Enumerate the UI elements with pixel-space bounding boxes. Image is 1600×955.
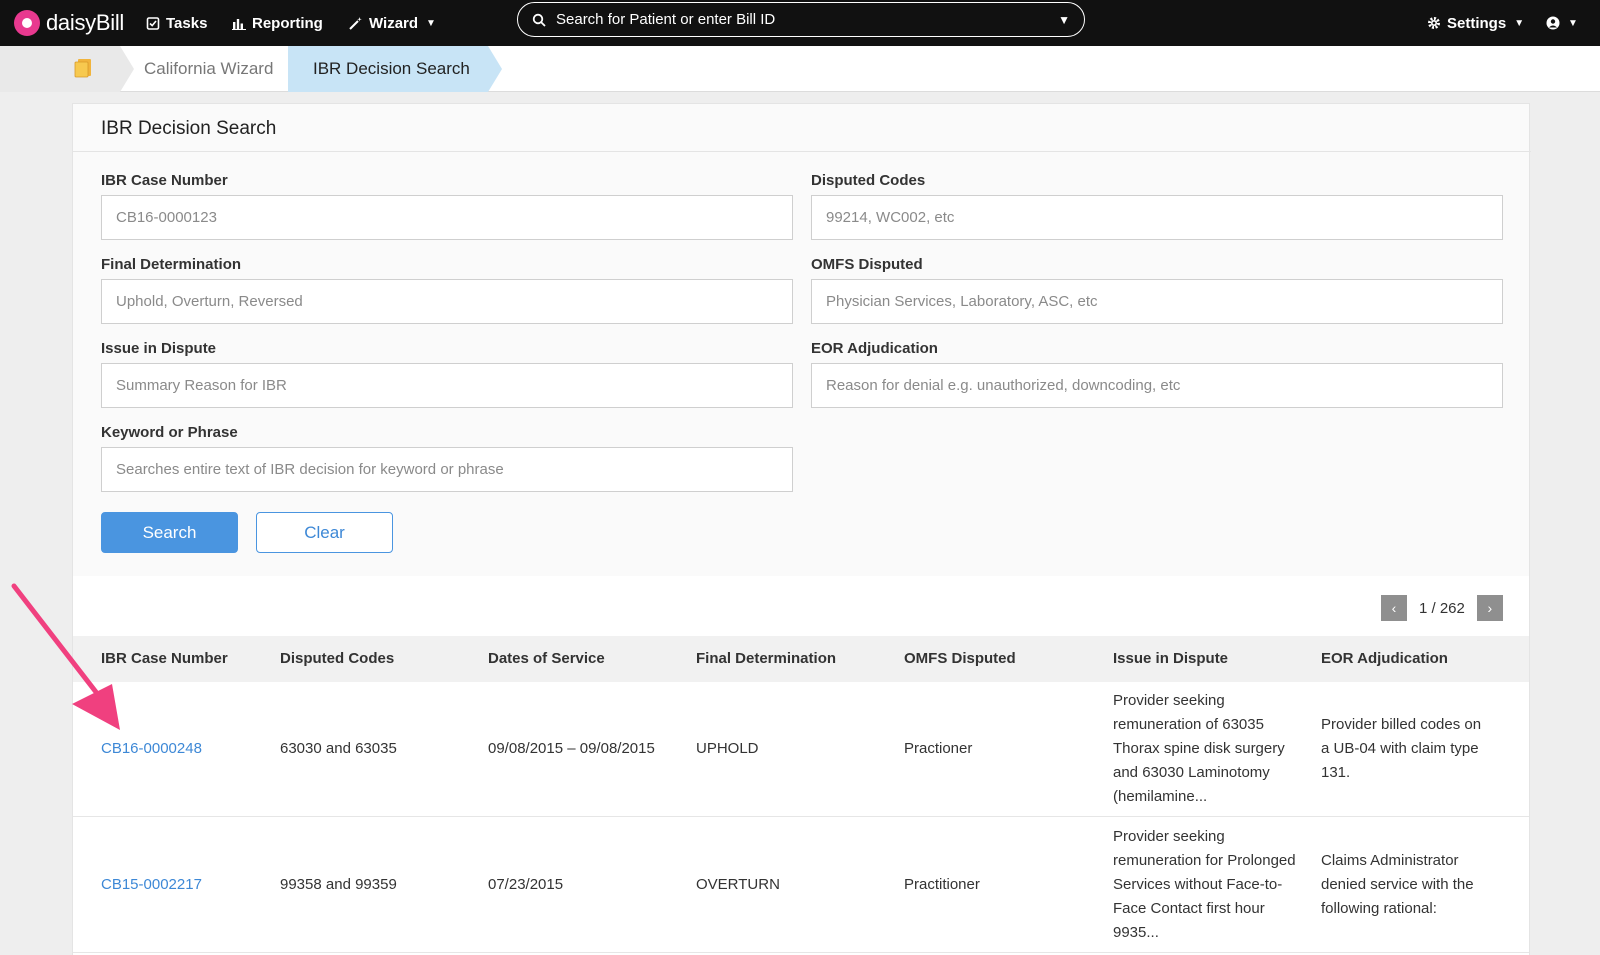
magic-wand-icon: [349, 17, 362, 30]
disputed-codes-label: Disputed Codes: [811, 172, 926, 189]
eor-line: Claims Administrator: [1321, 852, 1459, 869]
keyword-input[interactable]: [101, 447, 793, 492]
nav-wizard[interactable]: Wizard ▼: [349, 0, 436, 46]
final-determination-label: Final Determination: [101, 256, 242, 273]
issue-line: 9935...: [1113, 924, 1159, 941]
eor-adjudication-label: EOR Adjudication: [811, 340, 938, 357]
bar-chart-icon: [232, 19, 246, 30]
daisy-icon: [14, 10, 40, 36]
eor-line: a UB-04 with claim type: [1321, 740, 1479, 757]
disputed-codes-cell: 99358 and 99359: [280, 876, 397, 893]
col-header-final-determination[interactable]: Final Determination: [696, 636, 836, 682]
issue-line: and 63030 Laminotomy: [1113, 764, 1270, 781]
eor-cell: Claims Administrator denied service with…: [1321, 849, 1474, 921]
case-number-input[interactable]: [101, 195, 793, 240]
determination-cell: UPHOLD: [696, 740, 759, 757]
chevron-down-icon[interactable]: ▼: [1058, 13, 1070, 27]
omfs-disputed-input[interactable]: [811, 279, 1503, 324]
top-navbar: daisyBill Tasks Reporting Wizard ▼ Searc…: [0, 0, 1600, 46]
gear-icon: [1428, 17, 1440, 29]
search-placeholder: Search for Patient or enter Bill ID: [556, 11, 776, 28]
eor-adjudication-input[interactable]: [811, 363, 1503, 408]
prev-page-button[interactable]: ‹: [1381, 595, 1407, 621]
divider: [73, 151, 1531, 152]
col-header-eor-adjudication[interactable]: EOR Adjudication: [1321, 636, 1448, 682]
case-number-link[interactable]: CB15-0002217: [101, 873, 202, 897]
issue-cell: Provider seeking remuneration for Prolon…: [1113, 825, 1296, 945]
pagination: ‹ 1 / 262 ›: [1381, 595, 1503, 621]
keyword-label: Keyword or Phrase: [101, 424, 238, 441]
eor-line: following rational:: [1321, 900, 1437, 917]
breadcrumb: California Wizard IBR Decision Search: [0, 46, 1600, 92]
issue-line: Provider seeking: [1113, 692, 1225, 709]
issue-in-dispute-input[interactable]: [101, 363, 793, 408]
logo-text: daisyBill: [46, 10, 124, 35]
issue-line: (hemilamine...: [1113, 788, 1208, 805]
breadcrumb-separator: [120, 46, 134, 92]
final-determination-input[interactable]: [101, 279, 793, 324]
ibr-search-card: IBR Decision Search IBR Case Number Fina…: [72, 103, 1531, 955]
nav-wizard-label: Wizard: [369, 14, 419, 32]
issue-line: Services without Face-to-: [1113, 876, 1283, 893]
issue-line: remuneration of 63035: [1113, 716, 1264, 733]
col-header-case-number[interactable]: IBR Case Number: [101, 636, 228, 682]
table-header: IBR Case Number Disputed Codes Dates of …: [73, 636, 1529, 682]
breadcrumb-separator: [274, 46, 288, 92]
chevron-down-icon: ▼: [426, 17, 436, 29]
breadcrumb-ibr-decision-search[interactable]: IBR Decision Search: [313, 46, 470, 92]
determination-cell: OVERTURN: [696, 876, 780, 893]
disputed-codes-cell: 63030 and 63035: [280, 740, 397, 757]
breadcrumb-separator: [488, 46, 502, 92]
chevron-down-icon: ▼: [1514, 17, 1525, 29]
omfs-cell: Practioner: [904, 740, 973, 757]
issue-line: Thorax spine disk surgery: [1113, 740, 1285, 757]
next-page-button[interactable]: ›: [1476, 595, 1503, 621]
nav-tasks-label: Tasks: [166, 14, 208, 32]
patient-search-input[interactable]: Search for Patient or enter Bill ID ▼: [517, 2, 1085, 37]
dates-cell: 09/08/2015 – 09/08/2015: [488, 740, 655, 757]
search-icon: [532, 13, 546, 27]
search-button[interactable]: Search: [101, 512, 238, 553]
nav-reporting-label: Reporting: [252, 14, 323, 32]
user-avatar-icon: [1546, 16, 1560, 30]
page-indicator: 1 / 262: [1419, 599, 1465, 617]
col-header-disputed-codes[interactable]: Disputed Codes: [280, 636, 394, 682]
nav-settings[interactable]: Settings ▼: [1427, 0, 1524, 46]
omfs-cell: Practitioner: [904, 876, 980, 893]
nav-reporting[interactable]: Reporting: [232, 0, 323, 46]
clear-button[interactable]: Clear: [256, 512, 393, 553]
breadcrumb-california-wizard[interactable]: California Wizard: [144, 46, 273, 92]
col-header-dates-of-service[interactable]: Dates of Service: [488, 636, 605, 682]
issue-line: remuneration for Prolonged: [1113, 852, 1296, 869]
nav-settings-label: Settings: [1447, 14, 1507, 32]
issue-line: Face Contact first hour: [1113, 900, 1265, 917]
eor-line: Provider billed codes on: [1321, 716, 1482, 733]
issue-in-dispute-label: Issue in Dispute: [101, 340, 217, 357]
folder-icon: [74, 59, 91, 78]
issue-cell: Provider seeking remuneration of 63035 T…: [1113, 689, 1285, 809]
table-row[interactable]: CB16-0000248 63030 and 63035 09/08/2015 …: [73, 682, 1529, 817]
breadcrumb-home[interactable]: [0, 46, 120, 92]
task-check-icon: [146, 17, 160, 30]
eor-cell: Provider billed codes on a UB-04 with cl…: [1321, 713, 1481, 785]
table-row[interactable]: CB15-0002217 99358 and 99359 07/23/2015 …: [73, 818, 1529, 953]
eor-line: denied service with the: [1321, 876, 1474, 893]
disputed-codes-input[interactable]: [811, 195, 1503, 240]
logo[interactable]: daisyBill: [14, 6, 124, 40]
chevron-down-icon: ▼: [1568, 17, 1578, 29]
eor-line: 131.: [1321, 764, 1351, 781]
dates-cell: 07/23/2015: [488, 876, 564, 893]
case-number-label: IBR Case Number: [101, 172, 228, 189]
nav-user-menu[interactable]: ▼: [1546, 0, 1578, 46]
case-number-link[interactable]: CB16-0000248: [101, 737, 202, 761]
page-title: IBR Decision Search: [101, 118, 277, 139]
col-header-omfs-disputed[interactable]: OMFS Disputed: [904, 636, 1016, 682]
nav-tasks[interactable]: Tasks: [146, 0, 207, 46]
omfs-disputed-label: OMFS Disputed: [811, 256, 923, 273]
issue-line: Provider seeking: [1113, 828, 1225, 845]
col-header-issue-in-dispute[interactable]: Issue in Dispute: [1113, 636, 1228, 682]
